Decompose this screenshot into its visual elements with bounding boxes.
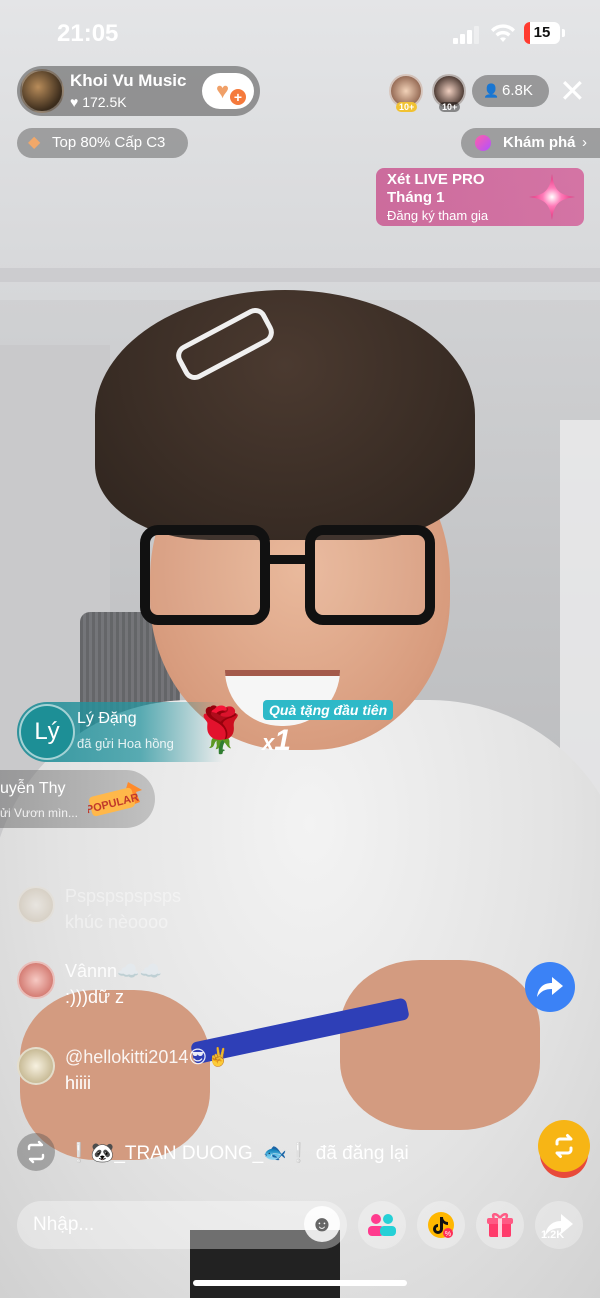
share-button[interactable] — [535, 1201, 583, 1249]
battery-level: 15 — [533, 24, 551, 41]
gift-icon — [487, 1213, 513, 1237]
comment-input[interactable]: Nhập... — [17, 1201, 347, 1249]
multi-guest-icon — [368, 1214, 396, 1236]
svg-text:%: % — [445, 1231, 451, 1238]
heart-icon: ♥ — [70, 94, 79, 110]
commenter-avatar[interactable] — [17, 1047, 55, 1085]
popular-sticker-icon: POPULAR — [88, 782, 142, 816]
share-arrow-button[interactable] — [525, 962, 575, 1012]
host-name: Khoi Vu Music — [70, 71, 187, 90]
repost-text: ❕🐼_TRAN DUONG_🐟❕ đã đăng lại — [67, 1143, 409, 1164]
commenter-name: @hellokitti2014😎✌️ — [65, 1047, 230, 1067]
gift-action: đã gửi Hoa hồng — [77, 736, 174, 751]
viewer-count-button[interactable]: 👤 6.8K — [472, 75, 549, 107]
comment-text: :)))dữ z — [65, 987, 125, 1007]
rose-gift-icon: 🌹 — [193, 706, 248, 755]
rank-text: Top 80% Cấp C3 — [52, 134, 166, 151]
top-viewer-avatar-1[interactable]: 10+ — [389, 74, 423, 112]
follow-button[interactable]: ♥ + — [202, 73, 254, 109]
explore-button[interactable]: Khám phá › — [461, 128, 600, 158]
wifi-icon — [491, 24, 515, 42]
home-indicator[interactable] — [193, 1280, 407, 1286]
chevron-right-icon: › — [582, 134, 587, 151]
emoji-icon[interactable]: ☻ — [304, 1206, 340, 1242]
gift-button[interactable] — [476, 1201, 524, 1249]
host-avatar[interactable] — [20, 69, 64, 113]
comment-text: khúc nèoooo — [65, 912, 169, 932]
sparkle-icon — [529, 174, 575, 220]
viewer-rank-badge: 10+ — [439, 102, 461, 112]
follow-heart-icon: ♥ — [216, 78, 230, 103]
viewer-count: 6.8K — [502, 82, 533, 99]
commenter-avatar[interactable] — [17, 961, 55, 999]
repost-button[interactable] — [538, 1120, 590, 1172]
planet-icon — [475, 135, 491, 151]
gift-combo: x1 — [262, 724, 291, 758]
gift-sender-name: Lý Đặng — [77, 710, 137, 727]
streamer-hand-right — [340, 960, 540, 1130]
comment-text: hiiii — [65, 1073, 92, 1093]
person-icon: 👤 — [483, 83, 500, 98]
repost-icon — [555, 1134, 573, 1158]
follow-plus-icon: + — [230, 89, 246, 105]
promo-month: Tháng 1 — [387, 189, 445, 206]
tiktok-shop-icon: % — [428, 1212, 454, 1238]
host-likes: ♥ 172.5K — [70, 94, 127, 110]
status-time: 21:05 — [57, 20, 119, 47]
repost-icon — [17, 1133, 55, 1171]
commenter-name: Vânnn☁️☁️ — [65, 961, 162, 981]
host-profile[interactable]: Khoi Vu Music ♥ 172.5K ♥ + — [17, 66, 260, 116]
streamer-hair — [95, 290, 475, 540]
close-icon[interactable]: ✕ — [559, 75, 586, 107]
share-arrow-icon — [537, 977, 563, 997]
promo-subtitle: Đăng ký tham gia — [387, 208, 489, 223]
viewer-rank-badge: 10+ — [396, 102, 418, 112]
gift-action: ửi Vươn mìn... — [0, 806, 78, 820]
gem-icon: ◆ — [28, 134, 41, 151]
promo-title: Xét LIVE PRO — [387, 171, 485, 188]
tiktok-shop-button[interactable]: % — [417, 1201, 465, 1249]
ceiling-molding — [0, 268, 600, 282]
combo-x: x — [262, 730, 275, 755]
comment-input-placeholder: Nhập... — [33, 1214, 95, 1235]
streamer-glasses — [140, 525, 435, 635]
gift-sender-avatar[interactable]: Lý — [19, 704, 75, 760]
status-bar: 21:05 15 — [0, 0, 600, 64]
signal-icon — [453, 26, 483, 44]
share-count: 1.2K — [541, 1229, 565, 1241]
explore-label: Khám phá — [503, 134, 576, 151]
rank-pill[interactable]: ◆ Top 80% Cấp C3 — [17, 128, 188, 158]
live-pro-banner[interactable]: Xét LIVE PRO Tháng 1 Đăng ký tham gia — [376, 168, 584, 226]
multi-guest-button[interactable] — [358, 1201, 406, 1249]
commenter-name: Pspspspspsps — [65, 886, 182, 906]
commenter-avatar[interactable] — [17, 886, 55, 924]
top-viewer-avatar-2[interactable]: 10+ — [432, 74, 466, 112]
gift-sender-name: uyễn Thy — [0, 780, 66, 797]
battery-icon: 15 — [524, 22, 565, 44]
combo-count: 1 — [274, 724, 291, 757]
host-likes-count: 172.5K — [82, 94, 127, 110]
first-gift-badge: Quà tặng đầu tiên — [263, 700, 394, 720]
